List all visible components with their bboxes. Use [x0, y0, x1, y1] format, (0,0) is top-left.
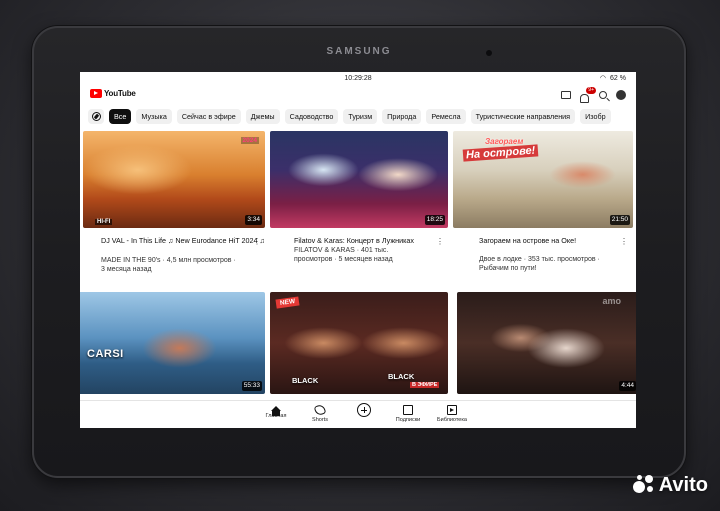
category-chips: Все Музыка Сейчас в эфире Джемы Садоводс… [88, 108, 636, 124]
youtube-wordmark: YouTube [104, 89, 136, 98]
shorts-icon [313, 403, 327, 417]
chip-nature[interactable]: Природа [382, 108, 422, 124]
status-clock: 10:29:28 [344, 75, 372, 82]
wifi-icon: ◠ [599, 75, 607, 82]
explore-button[interactable] [88, 108, 104, 124]
home-icon [271, 406, 281, 416]
compass-icon [91, 111, 101, 121]
video-card[interactable]: 18:25 [270, 131, 448, 239]
video-age: Рыбачим по пути! [479, 265, 537, 272]
video-channel-views: Двое в лодке · 353 тыс. просмотров · [479, 256, 600, 263]
thumbnail-text: BLACK [388, 372, 415, 381]
video-card[interactable]: CARSI 55:33 [80, 292, 265, 394]
nav-shorts[interactable]: Shorts [298, 403, 342, 423]
video-channel-views: FILATOV & KARAS · 401 тыс. [294, 247, 389, 254]
notification-badge: 9+ [586, 87, 596, 94]
thumbnail-new-badge: NEW [275, 296, 300, 309]
video-thumbnail[interactable]: 18:25 [270, 131, 448, 228]
thumbnail-text-top: Загораем [485, 137, 524, 146]
battery-percent: 62 % [610, 74, 626, 82]
nav-create[interactable] [342, 403, 386, 419]
avito-watermark: Avito [631, 473, 708, 497]
video-card[interactable]: amo 4:44 [457, 292, 636, 394]
youtube-play-icon [90, 89, 102, 98]
thumbnail-live-label: В ЭФИРЕ [410, 382, 440, 388]
chip-crafts[interactable]: Ремесла [426, 108, 466, 124]
account-avatar-icon[interactable] [616, 90, 626, 100]
thumbnail-text: amo [602, 296, 621, 306]
nav-home[interactable]: Главная [254, 405, 298, 419]
bell-icon [580, 94, 589, 103]
video-age: просмотров · 5 месяцев назад [294, 256, 393, 263]
nav-label: Подписки [395, 417, 421, 423]
nav-library[interactable]: Библиотека [430, 405, 474, 423]
thumbnail-text: BLACK [292, 376, 319, 385]
video-menu-icon[interactable]: ⋮ [620, 238, 628, 246]
video-card[interactable]: NEW BLACK BLACK В ЭФИРЕ [270, 292, 448, 394]
bottom-navigation: Главная Shorts Подписки Библиотека [80, 400, 636, 428]
avito-wordmark: Avito [658, 473, 708, 496]
video-title[interactable]: Filatov & Karas: Концерт в Лужниках [294, 236, 444, 245]
video-thumbnail[interactable]: CARSI 55:33 [80, 292, 265, 394]
front-camera [486, 50, 492, 56]
chip-art[interactable]: Изобр [580, 108, 611, 124]
video-duration: 21:50 [609, 215, 630, 225]
create-icon [357, 403, 371, 417]
video-age: 3 месяца назад [101, 266, 152, 273]
chip-gardening[interactable]: Садоводство [284, 108, 339, 124]
video-duration: 18:25 [424, 215, 445, 225]
video-thumbnail[interactable]: amo 4:44 [457, 292, 636, 394]
chip-travel-destinations[interactable]: Туристические направления [470, 108, 576, 124]
thumbnail-text: CARSI [87, 348, 124, 360]
status-bar: 10:29:28 ◠ 62 % [80, 72, 636, 86]
chip-all[interactable]: Все [109, 108, 132, 124]
chip-music[interactable]: Музыка [136, 108, 172, 124]
video-title[interactable]: DJ VAL - In This Life ♫ New Eurodance Hi… [101, 236, 271, 245]
library-icon [447, 405, 457, 415]
header-actions: 9+ [561, 87, 626, 103]
video-menu-icon[interactable]: ⋮ [253, 238, 261, 246]
video-menu-icon[interactable]: ⋮ [436, 238, 444, 246]
search-icon[interactable] [599, 91, 607, 99]
video-card[interactable]: Загораем На острове! 21:50 [453, 131, 633, 239]
status-icons: ◠ 62 % [599, 74, 626, 83]
nav-label: Shorts [312, 417, 328, 423]
avito-logo-icon [631, 473, 655, 497]
video-duration: 55:33 [241, 381, 262, 391]
video-thumbnail[interactable]: 2024 HI-FI 3:34 [83, 131, 265, 228]
nav-subscriptions[interactable]: Подписки [386, 405, 430, 423]
cast-icon[interactable] [561, 91, 571, 99]
youtube-logo[interactable]: YouTube [90, 89, 136, 98]
chip-tourism[interactable]: Туризм [343, 108, 378, 124]
tablet-screen: 10:29:28 ◠ 62 % YouTube 9+ Все Музыка Се… [80, 72, 636, 428]
subscriptions-icon [403, 405, 413, 415]
video-duration: 3:34 [245, 215, 262, 225]
video-card[interactable]: 2024 HI-FI 3:34 [83, 131, 265, 239]
device-brand: SAMSUNG [326, 46, 392, 57]
nav-label: Библиотека [437, 417, 467, 423]
video-title[interactable]: Загораем на острове на Оке! [479, 236, 624, 245]
video-thumbnail[interactable]: Загораем На острове! 21:50 [453, 131, 633, 228]
thumbnail-text-main: На острове! [462, 144, 539, 162]
notifications-button[interactable]: 9+ [580, 87, 596, 103]
thumbnail-caption: HI-FI [95, 219, 113, 225]
youtube-header: YouTube 9+ [80, 86, 636, 106]
thumbnail-badge: 2024 [240, 137, 259, 144]
video-channel-views: MADE IN THE 90's · 4,5 млн просмотров · [101, 257, 236, 264]
video-duration: 4:44 [619, 381, 636, 391]
video-thumbnail[interactable]: NEW BLACK BLACK В ЭФИРЕ [270, 292, 448, 394]
chip-live[interactable]: Сейчас в эфире [176, 108, 241, 124]
chip-jams[interactable]: Джемы [245, 108, 280, 124]
